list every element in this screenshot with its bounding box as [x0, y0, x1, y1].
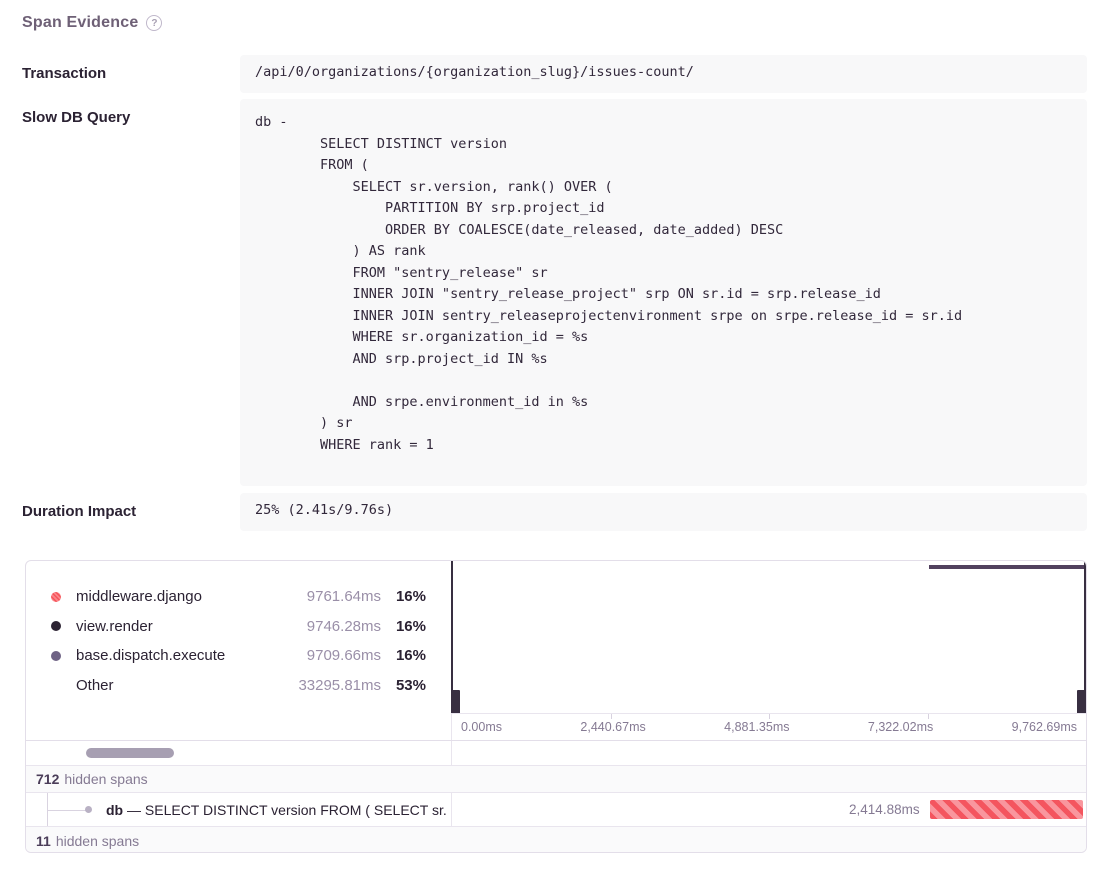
axis-tick [928, 714, 929, 719]
hidden-spans-label: hidden spans [64, 771, 147, 787]
span-query-text: SELECT DISTINCT version FROM ( SELECT sr… [145, 802, 447, 818]
legend-item-other: Other 33295.81ms 53% [51, 671, 426, 701]
span-op: db [106, 802, 123, 818]
legend-item-view-render: view.render 9746.28ms 16% [51, 612, 426, 642]
legend-dot-dark-icon [51, 621, 61, 631]
minimap-right-drag-handle[interactable] [1077, 690, 1086, 714]
axis-label: 9,762.69ms [1012, 720, 1077, 734]
legend-item-base-dispatch-execute: base.dispatch.execute 9709.66ms 16% [51, 641, 426, 671]
axis-label: 4,881.35ms [724, 720, 789, 734]
span-duration-bar [930, 800, 1083, 819]
tree-connector-dot-icon [85, 806, 92, 813]
legend-dot-red-icon [51, 592, 61, 602]
trace-minimap[interactable] [451, 561, 1086, 713]
legend-item-middleware-django: middleware.django 9761.64ms 16% [51, 582, 426, 612]
scrollbar-track [26, 741, 451, 765]
scrollbar-row [26, 740, 1086, 765]
legend-duration: 9761.64ms [281, 588, 381, 605]
span-separator: — [127, 802, 141, 818]
duration-impact-label: Duration Impact [22, 493, 240, 520]
hidden-spans-label: hidden spans [56, 833, 139, 849]
legend-duration: 9709.66ms [281, 647, 381, 664]
page-title: Span Evidence [22, 14, 138, 32]
legend-duration: 9746.28ms [281, 618, 381, 635]
section-header: Span Evidence ? [22, 14, 1087, 32]
transaction-value: /api/0/organizations/{organization_slug}… [240, 55, 1087, 93]
duration-impact-row: Duration Impact 25% (2.41s/9.76s) [0, 493, 1111, 531]
axis-label: 2,440.67ms [580, 720, 645, 734]
legend-percent: 16% [381, 647, 426, 664]
span-evidence-page: Span Evidence ? Transaction /api/0/organ… [0, 14, 1111, 891]
hidden-spans-count: 712 [36, 771, 59, 787]
transaction-row: Transaction /api/0/organizations/{organi… [0, 55, 1111, 93]
hidden-spans-count: 11 [36, 833, 51, 849]
span-row-db[interactable]: db — SELECT DISTINCT version FROM ( SELE… [26, 792, 1086, 826]
legend-name: Other [76, 677, 281, 694]
transaction-label: Transaction [22, 55, 240, 82]
legend-percent: 16% [381, 618, 426, 635]
minimap-left-drag-handle[interactable] [451, 690, 460, 714]
legend-name: middleware.django [76, 588, 281, 605]
scrollbar-row-right [451, 741, 1086, 765]
span-row-right: 2,414.88ms [451, 793, 1086, 826]
span-duration: 2,414.88ms [849, 793, 920, 826]
axis-tick [611, 714, 612, 719]
slow-db-query-row: Slow DB Query db - SELECT DISTINCT versi… [0, 99, 1111, 486]
hidden-spans-row-top[interactable]: 712 hidden spans [26, 765, 1086, 792]
slow-db-query-label: Slow DB Query [22, 99, 240, 126]
legend-percent: 53% [381, 677, 426, 694]
horizontal-scrollbar-thumb[interactable] [86, 748, 174, 758]
span-op-legend: middleware.django 9761.64ms 16% view.ren… [26, 561, 451, 740]
slow-db-query-value: db - SELECT DISTINCT version FROM ( SELE… [240, 99, 1087, 486]
panel-top: middleware.django 9761.64ms 16% view.ren… [26, 561, 1086, 740]
help-icon[interactable]: ? [146, 15, 162, 31]
legend-name: view.render [76, 618, 281, 635]
legend-duration: 33295.81ms [281, 677, 381, 694]
hidden-spans-row-bottom[interactable]: 11 hidden spans [26, 826, 1086, 853]
legend-dot-gray-icon [51, 651, 61, 661]
legend-name: base.dispatch.execute [76, 647, 281, 664]
duration-impact-value: 25% (2.41s/9.76s) [240, 493, 1087, 531]
axis-label: 7,322.02ms [868, 720, 933, 734]
minimap-pane: 0.00ms 2,440.67ms 4,881.35ms 7,322.02ms … [451, 561, 1086, 740]
minimap-span-bar [929, 565, 1085, 569]
legend-percent: 16% [381, 588, 426, 605]
tree-connector-hline [47, 810, 88, 811]
axis-label: 0.00ms [461, 720, 502, 734]
span-row-left: db — SELECT DISTINCT version FROM ( SELE… [26, 793, 451, 826]
time-axis: 0.00ms 2,440.67ms 4,881.35ms 7,322.02ms … [451, 713, 1086, 740]
axis-tick [769, 714, 770, 719]
span-tree-panel: middleware.django 9761.64ms 16% view.ren… [25, 560, 1087, 853]
